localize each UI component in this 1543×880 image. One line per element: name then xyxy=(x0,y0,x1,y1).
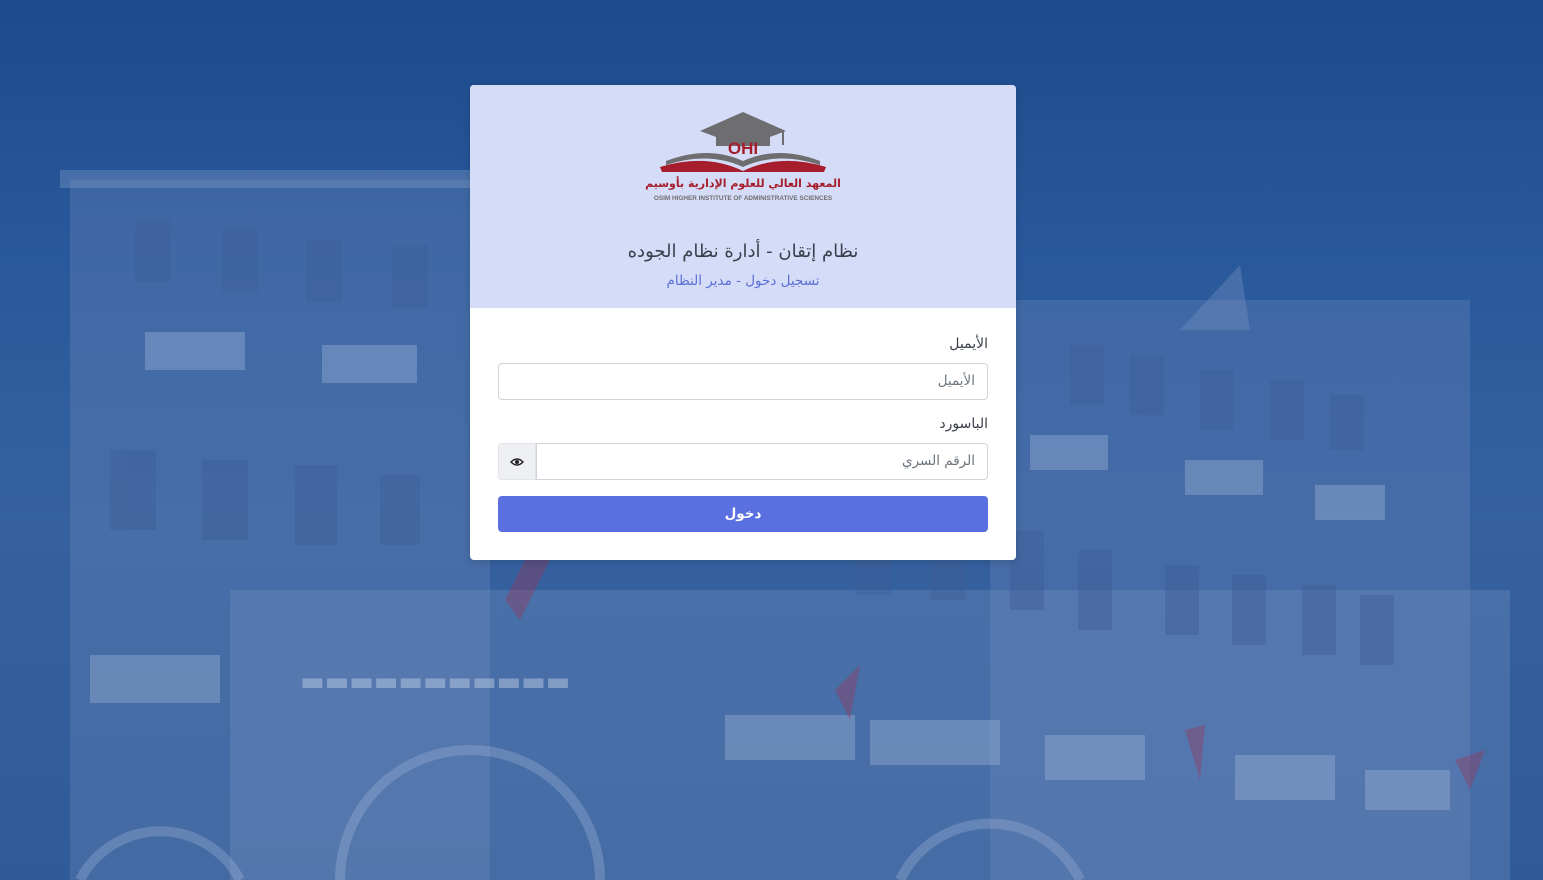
login-card: OHI المعهد العالي للعلوم الإدارية بأوسيم… xyxy=(470,85,1016,560)
logo-abbreviation: OHI xyxy=(728,139,758,158)
toggle-password-button[interactable] xyxy=(498,443,536,480)
institute-logo: OHI المعهد العالي للعلوم الإدارية بأوسيم… xyxy=(645,112,841,202)
logo-english-name: OSIM HIGHER INSTITUTE OF ADMINISTRATIVE … xyxy=(654,195,833,202)
svg-text:▬▬▬▬▬▬▬▬▬▬▬: ▬▬▬▬▬▬▬▬▬▬▬ xyxy=(300,667,570,697)
password-label: الباسورد xyxy=(939,416,988,432)
email-label: الأيميل xyxy=(949,336,988,352)
password-input[interactable]: الرقم السري xyxy=(536,443,988,480)
card-header: OHI المعهد العالي للعلوم الإدارية بأوسيم… xyxy=(470,85,1016,308)
system-title: نظام إتقان - أدارة نظام الجوده xyxy=(627,241,859,262)
login-subtitle: تسجيل دخول - مدير النظام xyxy=(666,273,820,289)
email-input[interactable]: الأيميل xyxy=(498,363,988,400)
eye-icon xyxy=(510,457,524,466)
login-button[interactable]: دخول xyxy=(498,496,988,532)
logo-arabic-name: المعهد العالي للعلوم الإدارية بأوسيم xyxy=(645,176,841,190)
